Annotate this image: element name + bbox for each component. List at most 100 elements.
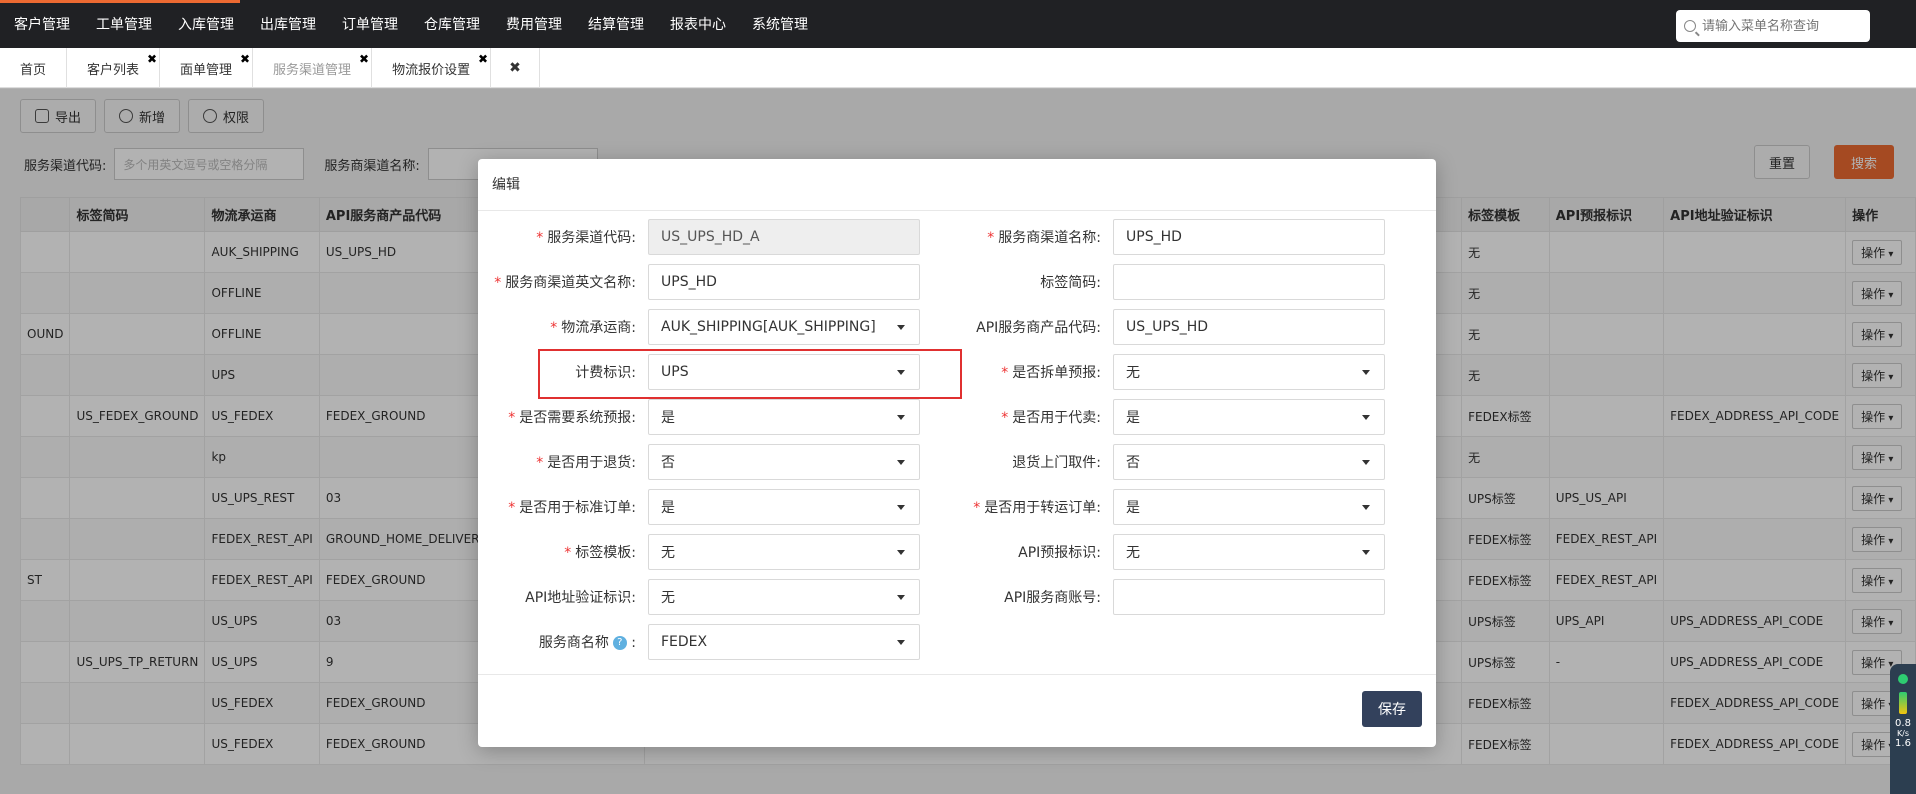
field-label: * 是否用于代卖:: [943, 407, 1113, 427]
required-mark: *: [550, 320, 558, 336]
field-split-forecast: * 是否拆单预报: 无: [943, 354, 1385, 390]
label-text: 是否用于代卖:: [1012, 410, 1101, 426]
label-text: 是否需要系统预报:: [519, 410, 636, 426]
menu-report[interactable]: 报表中心: [670, 14, 726, 34]
tab-label: 首页: [20, 62, 47, 78]
field-label: * 服务渠道代码:: [478, 227, 648, 247]
carrier-select[interactable]: AUK_SHIPPING[AUK_SHIPPING]: [648, 309, 920, 345]
field-label: * 服务商渠道英文名称:: [478, 272, 648, 292]
close-icon: ✖: [509, 60, 521, 76]
status-dot-icon: [1898, 674, 1908, 684]
menu-customer[interactable]: 客户管理: [14, 14, 70, 34]
menu-search[interactable]: [1676, 10, 1870, 42]
field-agent-sale: * 是否用于代卖: 是: [943, 399, 1385, 435]
close-icon[interactable]: ✖: [359, 52, 369, 66]
field-label-code: 标签简码:: [943, 264, 1385, 300]
tab-bar: 首页 客户列表 ✖ 面单管理 ✖ 服务渠道管理 ✖ 物流报价设置 ✖ ✖: [0, 48, 1916, 88]
agent-sale-select[interactable]: 是: [1113, 399, 1385, 435]
channel-code-input[interactable]: US_UPS_HD_A: [648, 219, 920, 255]
label-code-input[interactable]: [1113, 264, 1385, 300]
field-provider-channel-en: * 服务商渠道英文名称: UPS_HD: [478, 264, 920, 300]
field-label: API服务商产品代码:: [976, 320, 1101, 336]
menu-settlement[interactable]: 结算管理: [588, 14, 644, 34]
provider-channel-en-input[interactable]: UPS_HD: [648, 264, 920, 300]
close-icon[interactable]: ✖: [478, 52, 488, 66]
tab-customer-list[interactable]: 客户列表 ✖: [67, 48, 161, 88]
label-text: 服务商名称: [538, 635, 609, 651]
top-menu: 客户管理 工单管理 入库管理 出库管理 订单管理 仓库管理 费用管理 结算管理 …: [0, 0, 820, 48]
system-forecast-select[interactable]: 是: [648, 399, 920, 435]
field-label: 标签简码:: [1040, 275, 1101, 291]
close-all-tabs-button[interactable]: ✖: [491, 48, 540, 88]
field-label: 服务商名称? :: [478, 632, 648, 652]
label-colon: :: [626, 635, 636, 651]
required-mark: *: [564, 545, 572, 561]
required-mark: *: [1001, 365, 1009, 381]
billing-flag-select[interactable]: UPS: [648, 354, 920, 390]
speed-value-1: 0.8: [1895, 718, 1911, 729]
label-text: 服务商渠道英文名称:: [505, 275, 636, 291]
field-api-account: API服务商账号:: [943, 579, 1385, 615]
help-icon[interactable]: ?: [612, 636, 627, 650]
required-mark: *: [536, 230, 544, 246]
label-text: 是否用于退货:: [547, 455, 636, 471]
search-icon: [1684, 20, 1696, 32]
tab-waybill[interactable]: 面单管理 ✖: [160, 48, 254, 88]
api-account-input[interactable]: [1113, 579, 1385, 615]
label-text: 物流承运商:: [561, 320, 636, 336]
for-return-select[interactable]: 否: [648, 444, 920, 480]
menu-warehouse[interactable]: 仓库管理: [424, 14, 480, 34]
modal-title: 编辑: [478, 159, 1436, 211]
tab-logistics-quote[interactable]: 物流报价设置 ✖: [372, 48, 492, 88]
menu-workorder[interactable]: 工单管理: [96, 14, 152, 34]
close-icon[interactable]: ✖: [240, 52, 250, 66]
field-label: * 是否用于退货:: [478, 452, 648, 472]
api-address-select[interactable]: 无: [648, 579, 920, 615]
field-label: 退货上门取件:: [1012, 455, 1101, 471]
transfer-order-select[interactable]: 是: [1113, 489, 1385, 525]
menu-inbound[interactable]: 入库管理: [178, 14, 234, 34]
field-label: 计费标识:: [575, 365, 636, 381]
field-provider-name: 服务商名称? : FEDEX: [478, 624, 920, 660]
required-mark: *: [536, 455, 544, 471]
field-billing-flag: 计费标识: UPS: [478, 354, 920, 390]
menu-system[interactable]: 系统管理: [752, 14, 808, 34]
label-text: 服务渠道代码:: [547, 230, 636, 246]
field-label: * 是否用于转运订单:: [943, 497, 1113, 517]
menu-fee[interactable]: 费用管理: [506, 14, 562, 34]
save-button[interactable]: 保存: [1362, 691, 1422, 727]
tab-label: 服务渠道管理: [273, 62, 352, 78]
label-text: 是否拆单预报:: [1012, 365, 1101, 381]
api-forecast-select[interactable]: 无: [1113, 534, 1385, 570]
field-label: * 是否用于标准订单:: [478, 497, 648, 517]
field-provider-channel-name: * 服务商渠道名称: UPS_HD: [943, 219, 1385, 255]
field-label: * 服务商渠道名称:: [943, 227, 1113, 247]
top-nav: 客户管理 工单管理 入库管理 出库管理 订单管理 仓库管理 费用管理 结算管理 …: [0, 0, 1916, 48]
tab-label: 客户列表: [87, 62, 140, 78]
network-speed-widget[interactable]: 0.8 K/s 1.6: [1890, 664, 1916, 794]
menu-search-input[interactable]: [1702, 18, 1852, 34]
close-icon[interactable]: ✖: [147, 52, 157, 66]
provider-channel-name-input[interactable]: UPS_HD: [1113, 219, 1385, 255]
tab-home[interactable]: 首页: [0, 48, 68, 88]
field-label: * 是否拆单预报:: [943, 362, 1113, 382]
field-label: * 物流承运商:: [478, 317, 648, 337]
required-mark: *: [508, 410, 516, 426]
menu-outbound[interactable]: 出库管理: [260, 14, 316, 34]
menu-order[interactable]: 订单管理: [342, 14, 398, 34]
speed-value-2: 1.6: [1895, 738, 1911, 749]
provider-name-select[interactable]: FEDEX: [648, 624, 920, 660]
api-product-code-input[interactable]: US_UPS_HD: [1113, 309, 1385, 345]
required-mark: *: [494, 275, 502, 291]
label-template-select[interactable]: 无: [648, 534, 920, 570]
field-standard-order: * 是否用于标准订单: 是: [478, 489, 920, 525]
required-mark: *: [508, 500, 516, 516]
split-forecast-select[interactable]: 无: [1113, 354, 1385, 390]
standard-order-select[interactable]: 是: [648, 489, 920, 525]
required-mark: *: [973, 500, 981, 516]
label-text: 是否用于标准订单:: [519, 500, 636, 516]
tab-service-channel[interactable]: 服务渠道管理 ✖: [253, 48, 373, 88]
label-text: 服务商渠道名称:: [998, 230, 1101, 246]
field-api-address: API地址验证标识: 无: [478, 579, 920, 615]
return-pickup-select[interactable]: 否: [1113, 444, 1385, 480]
